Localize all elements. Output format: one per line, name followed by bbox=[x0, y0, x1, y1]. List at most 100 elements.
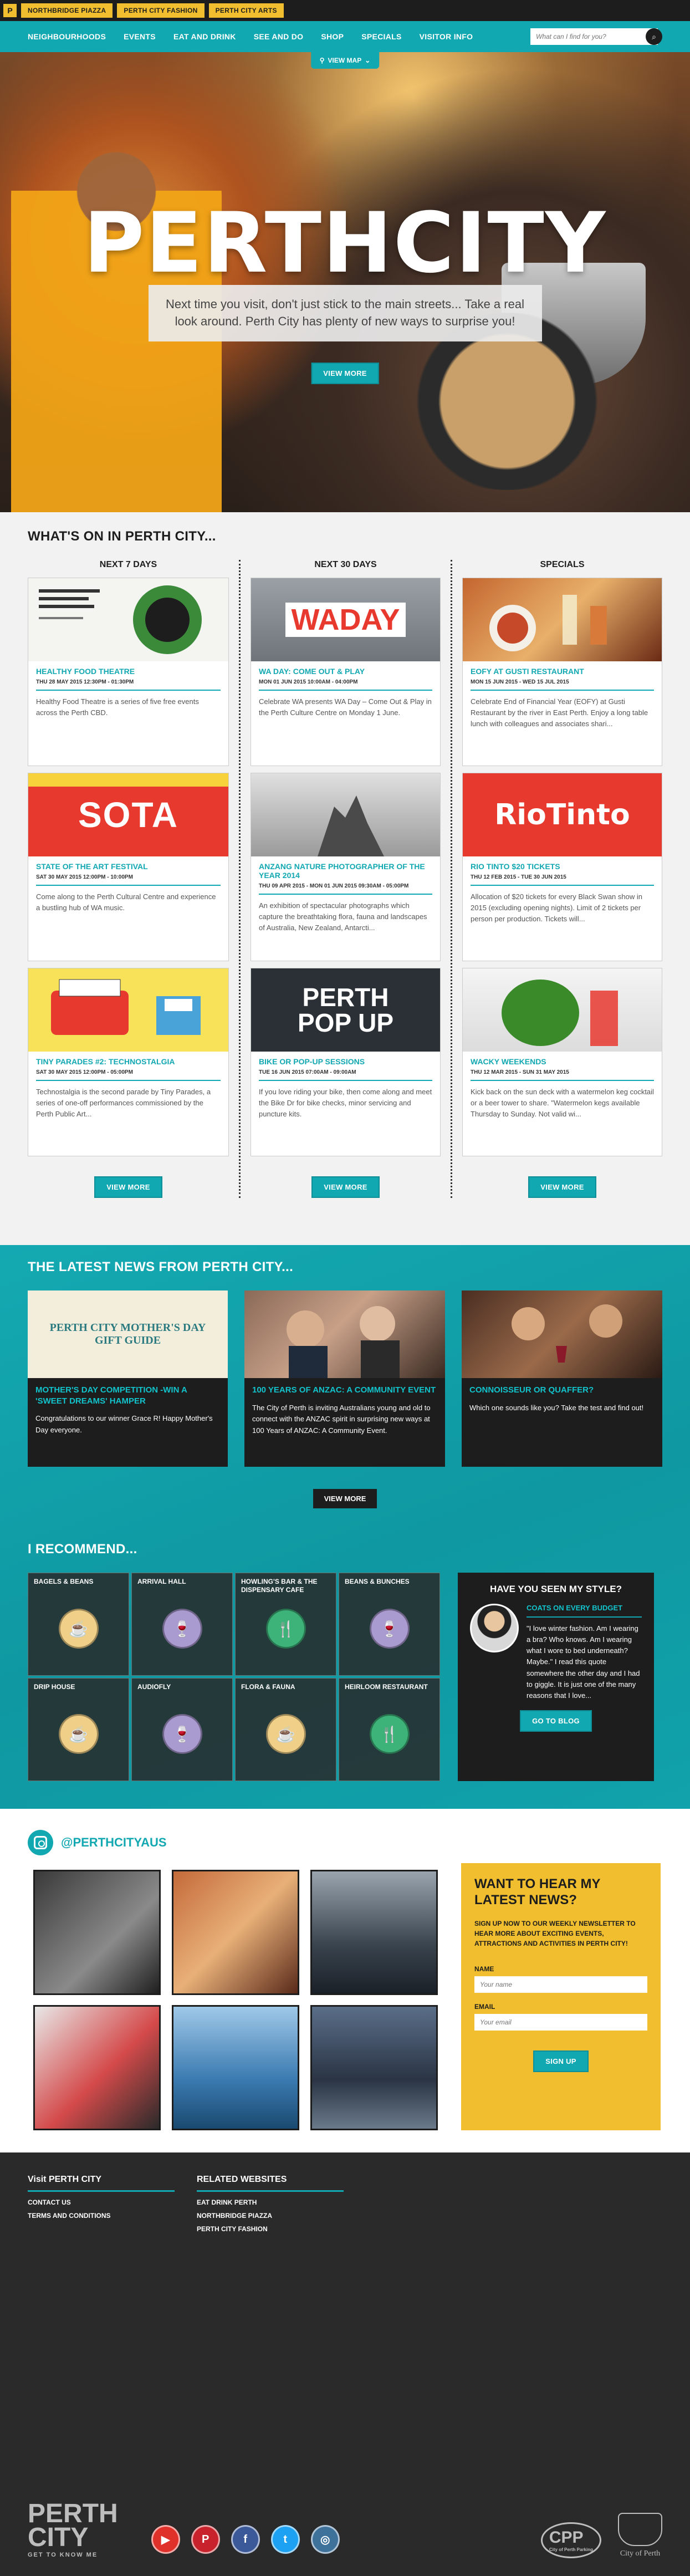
footer-link-contact-us[interactable]: CONTACT US bbox=[28, 2198, 175, 2206]
nav-visitor-info[interactable]: VISITOR INFO bbox=[420, 32, 473, 41]
event-title: WACKY WEEKENDS bbox=[471, 1057, 546, 1066]
top-bar: P NORTHBRIDGE PIAZZA PERTH CITY FASHION … bbox=[0, 0, 690, 21]
site-logo-mark[interactable]: P bbox=[3, 4, 17, 17]
view-map-button[interactable]: ⚲ VIEW MAP ⌄ bbox=[310, 52, 380, 69]
news-card[interactable]: PERTH CITY MOTHER'S DAY GIFT GUIDE MOTHE… bbox=[28, 1290, 228, 1467]
city-of-perth-parking-logo[interactable]: CPP City of Perth Parking bbox=[540, 2522, 601, 2558]
event-card[interactable]: EOFY AT GUSTI RESTAURANT MON 15 JUN 2015… bbox=[462, 578, 662, 766]
news-view-more-button[interactable]: VIEW MORE bbox=[313, 1489, 377, 1508]
event-title: TINY PARADES #2: TECHNOSTALGIA bbox=[36, 1057, 175, 1066]
recommend-tile[interactable]: BEANS & BUNCHES 🍷 bbox=[339, 1573, 440, 1676]
hero-view-more-button[interactable]: VIEW MORE bbox=[311, 363, 379, 384]
news-section: THE LATEST NEWS FROM PERTH CITY... PERTH… bbox=[0, 1245, 690, 1809]
hero-banner: ⚲ VIEW MAP ⌄ PERTHCITY Next time you vis… bbox=[0, 52, 690, 512]
search-input[interactable] bbox=[530, 28, 658, 45]
footer-logo[interactable]: PERTH CITY GET TO KNOW ME bbox=[28, 2500, 118, 2559]
event-card[interactable]: WADAY WA DAY: COME OUT & PLAY MON 01 JUN… bbox=[251, 578, 441, 766]
recommend-tile[interactable]: FLORA & FAUNA ☕ bbox=[235, 1678, 336, 1781]
footer-link-terms[interactable]: TERMS AND CONDITIONS bbox=[28, 2212, 175, 2220]
nav-specials[interactable]: SPECIALS bbox=[361, 32, 401, 41]
recommend-tile[interactable]: BAGELS & BEANS ☕ bbox=[28, 1573, 129, 1676]
toplink-perth-city-fashion[interactable]: PERTH CITY FASHION bbox=[117, 3, 205, 18]
recommend-title: I RECOMMEND... bbox=[28, 1542, 137, 1557]
twitter-icon[interactable]: t bbox=[270, 2525, 300, 2554]
footer: Visit PERTH CITY CONTACT US TERMS AND CO… bbox=[0, 2152, 690, 2576]
instagram-photo[interactable] bbox=[33, 1870, 161, 1995]
venue-name: DRIP HOUSE bbox=[34, 1683, 75, 1691]
event-date: SAT 30 MAY 2015 12:00PM - 10:00PM bbox=[36, 874, 221, 886]
instagram-grid bbox=[28, 1870, 449, 2130]
food-drinks-photo bbox=[489, 595, 607, 651]
city-of-perth-logo[interactable]: City of Perth bbox=[618, 2513, 662, 2558]
chevron-down-icon: ⌄ bbox=[365, 57, 371, 64]
hero-tagline: Next time you visit, don't just stick to… bbox=[148, 285, 542, 341]
nav-neighbourhoods[interactable]: NEIGHBOURHOODS bbox=[28, 32, 106, 41]
name-field[interactable] bbox=[474, 1976, 647, 1993]
instagram-icon[interactable]: ◎ bbox=[310, 2525, 340, 2554]
instagram-photo[interactable] bbox=[172, 2005, 299, 2130]
toplink-perth-city-arts[interactable]: PERTH CITY ARTS bbox=[208, 3, 284, 18]
wine-glass-icon: 🍷 bbox=[162, 1714, 202, 1754]
go-to-blog-button[interactable]: GO TO BLOG bbox=[520, 1710, 592, 1732]
footer-logo-tagline: GET TO KNOW ME bbox=[28, 2552, 98, 2559]
recommend-tile[interactable]: ARRIVAL HALL 🍷 bbox=[131, 1573, 233, 1676]
cutlery-icon: 🍴 bbox=[265, 1609, 306, 1649]
event-card[interactable]: TINY PARADES #2: TECHNOSTALGIA SAT 30 MA… bbox=[28, 968, 229, 1156]
instagram-icon[interactable] bbox=[28, 1830, 53, 1855]
footer-heading: Visit PERTH CITY bbox=[28, 2175, 175, 2192]
footer-link-perth-city-fashion[interactable]: PERTH CITY FASHION bbox=[197, 2225, 344, 2233]
instagram-photo[interactable] bbox=[172, 1870, 299, 1995]
pinterest-icon[interactable]: P bbox=[191, 2525, 220, 2554]
search-icon[interactable]: ⌕ bbox=[646, 28, 662, 45]
event-card[interactable]: HEALTHY FOOD THEATRE THU 28 MAY 2015 12:… bbox=[28, 578, 229, 766]
view-more-next-7-days-button[interactable]: VIEW MORE bbox=[94, 1176, 162, 1198]
recommend-tile[interactable]: AUDIOFLY 🍷 bbox=[131, 1678, 233, 1781]
event-card[interactable]: ANZANG NATURE PHOTOGRAPHER OF THE YEAR 2… bbox=[251, 773, 441, 961]
event-description: Technostalgia is the second parade by Ti… bbox=[36, 1088, 211, 1119]
nav-see-and-do[interactable]: SEE AND DO bbox=[254, 32, 304, 41]
youtube-icon[interactable]: ▶ bbox=[151, 2525, 180, 2554]
nav-eat-and-drink[interactable]: EAT AND DRINK bbox=[173, 32, 236, 41]
footer-link-northbridge-piazza[interactable]: NORTHBRIDGE PIAZZA bbox=[197, 2212, 344, 2220]
instagram-photo[interactable] bbox=[310, 2005, 438, 2130]
news-card[interactable]: 100 YEARS OF ANZAC: A COMMUNITY EVENT Th… bbox=[244, 1290, 445, 1467]
event-description: Kick back on the sun deck with a waterme… bbox=[471, 1088, 654, 1119]
nav-events[interactable]: EVENTS bbox=[124, 32, 156, 41]
email-field[interactable] bbox=[474, 2013, 647, 2031]
view-more-specials-button[interactable]: VIEW MORE bbox=[528, 1176, 596, 1198]
email-label: EMAIL bbox=[474, 2002, 495, 2011]
nav-shop[interactable]: SHOP bbox=[321, 32, 344, 41]
recommend-tile[interactable]: HOWLING'S BAR & THE DISPENSARY CAFE 🍴 bbox=[235, 1573, 336, 1676]
instagram-handle[interactable]: @PERTHCITYAUS bbox=[61, 1835, 167, 1850]
event-title: ANZANG NATURE PHOTOGRAPHER OF THE YEAR 2… bbox=[259, 862, 425, 880]
typewriter-illustration bbox=[50, 979, 201, 1035]
newsletter-signup: WANT TO HEAR MY LATEST NEWS? SIGN UP NOW… bbox=[461, 1863, 661, 2130]
news-thumbnail bbox=[462, 1290, 662, 1378]
sign-up-button[interactable]: SIGN UP bbox=[533, 2050, 589, 2072]
news-description: The City of Perth is inviting Australian… bbox=[252, 1403, 431, 1435]
facebook-icon[interactable]: f bbox=[231, 2525, 260, 2554]
event-card[interactable]: PERTH POP UP BIKE OR POP-UP SESSIONS TUE… bbox=[251, 968, 441, 1156]
perth-city-logo: PERTHCITY bbox=[83, 195, 607, 292]
footer-link-eat-drink-perth[interactable]: EAT DRINK PERTH bbox=[197, 2198, 344, 2206]
event-card[interactable]: SOTA STATE OF THE ART FESTIVAL SAT 30 MA… bbox=[28, 773, 229, 961]
view-more-next-30-days-button[interactable]: VIEW MORE bbox=[311, 1176, 380, 1198]
column-heading: NEXT 7 DAYS bbox=[99, 560, 157, 569]
healthy-food-poster-image bbox=[38, 585, 202, 654]
news-title: THE LATEST NEWS FROM PERTH CITY... bbox=[28, 1259, 294, 1274]
blog-post-link[interactable]: COATS ON EVERY BUDGET bbox=[527, 1604, 642, 1618]
event-card[interactable]: RioTinto RIO TINTO $20 TICKETS THU 12 FE… bbox=[462, 773, 662, 961]
event-thumbnail: RioTinto bbox=[463, 773, 662, 856]
instagram-photo[interactable] bbox=[33, 2005, 161, 2130]
instagram-photo[interactable] bbox=[310, 1870, 438, 1995]
event-description: Celebrate End of Financial Year (EOFY) a… bbox=[471, 697, 648, 728]
toplink-northbridge-piazza[interactable]: NORTHBRIDGE PIAZZA bbox=[21, 3, 113, 18]
news-card[interactable]: CONNOISSEUR OR QUAFFER? Which one sounds… bbox=[462, 1290, 662, 1467]
recommend-tile[interactable]: DRIP HOUSE ☕ bbox=[28, 1678, 129, 1781]
event-card[interactable]: WACKY WEEKENDS THU 12 MAR 2015 - SUN 31 … bbox=[462, 968, 662, 1156]
news-title: MOTHER'S DAY COMPETITION -WIN A 'SWEET D… bbox=[35, 1385, 187, 1406]
coffee-cup-icon: ☕ bbox=[58, 1714, 99, 1754]
coffee-cup-icon: ☕ bbox=[265, 1714, 306, 1754]
cpp-logo-subtext: City of Perth Parking bbox=[549, 2547, 593, 2552]
recommend-tile[interactable]: HEIRLOOM RESTAURANT 🍴 bbox=[339, 1678, 440, 1781]
